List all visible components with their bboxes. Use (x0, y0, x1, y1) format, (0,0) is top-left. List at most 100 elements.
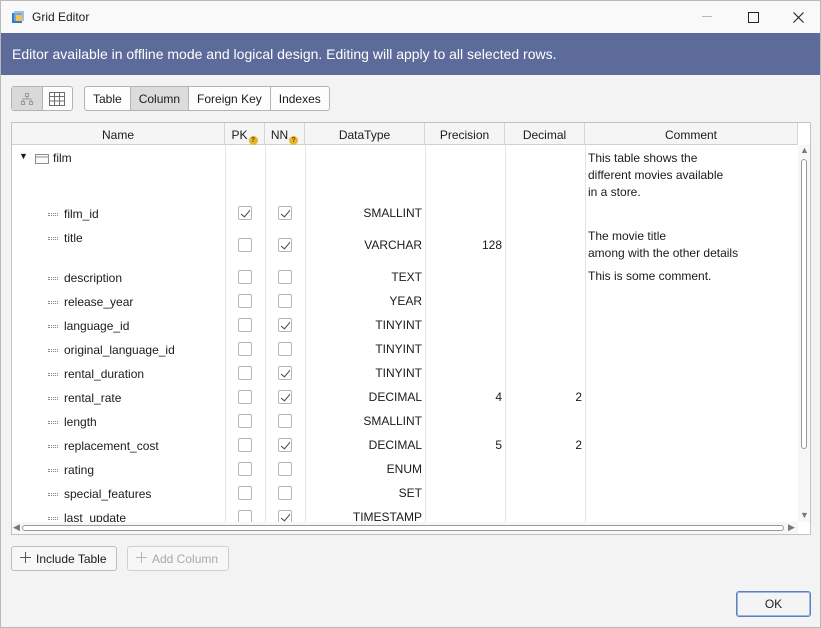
header-datatype[interactable]: DataType (305, 123, 425, 145)
pk-checkbox[interactable] (238, 462, 252, 476)
header-precision[interactable]: Precision (425, 123, 505, 145)
nn-checkbox[interactable] (278, 206, 292, 220)
datatype-cell[interactable]: ENUM (305, 462, 422, 476)
nn-checkbox[interactable] (278, 318, 292, 332)
comment-cell[interactable]: This is some comment. (588, 268, 711, 285)
column-name[interactable]: special_features (64, 487, 151, 501)
pk-checkbox[interactable] (238, 438, 252, 452)
nn-checkbox[interactable] (278, 486, 292, 500)
datatype-cell[interactable]: TINYINT (305, 366, 422, 380)
expand-toggle-icon[interactable]: ▼ (19, 151, 28, 161)
header-decimal[interactable]: Decimal (505, 123, 585, 145)
pk-checkbox[interactable] (238, 366, 252, 380)
pk-checkbox[interactable] (238, 206, 252, 220)
column-name[interactable]: film_id (64, 207, 99, 221)
table-row[interactable]: language_id TINYINT (12, 313, 798, 337)
pk-checkbox[interactable] (238, 414, 252, 428)
nn-checkbox[interactable] (278, 462, 292, 476)
scroll-up-icon[interactable]: ▲ (800, 145, 809, 155)
nn-checkbox[interactable] (278, 238, 292, 252)
nn-checkbox[interactable] (278, 438, 292, 452)
header-nn[interactable]: NN? (265, 123, 305, 145)
grid-view-button[interactable] (41, 87, 73, 110)
table-row[interactable]: release_year YEAR (12, 289, 798, 313)
datatype-cell[interactable]: DECIMAL (305, 438, 422, 452)
table-row[interactable]: film_id SMALLINT (12, 201, 798, 225)
column-name[interactable]: rental_duration (64, 367, 144, 381)
nn-checkbox[interactable] (278, 342, 292, 356)
column-name[interactable]: replacement_cost (64, 439, 159, 453)
table-row[interactable]: rating ENUM (12, 457, 798, 481)
table-row-film[interactable]: ▼ film This table shows the different mo… (12, 145, 798, 201)
datatype-cell[interactable]: TINYINT (305, 318, 422, 332)
header-name[interactable]: Name (12, 123, 225, 145)
nn-checkbox[interactable] (278, 390, 292, 404)
pk-checkbox[interactable] (238, 342, 252, 356)
title-bar[interactable]: Grid Editor (1, 1, 820, 33)
decimal-cell[interactable]: 2 (505, 438, 582, 452)
table-row[interactable]: special_features SET (12, 481, 798, 505)
column-name[interactable]: original_language_id (64, 343, 175, 357)
scroll-left-icon[interactable]: ◀ (13, 522, 20, 533)
column-name[interactable]: last_update (64, 511, 126, 522)
datatype-cell[interactable]: TIMESTAMP (305, 510, 422, 522)
column-name[interactable]: rating (64, 463, 94, 477)
tree-view-button[interactable] (12, 87, 42, 110)
table-row[interactable]: description TEXT This is some comment. (12, 265, 798, 289)
table-row[interactable]: replacement_cost DECIMAL 5 2 (12, 433, 798, 457)
help-icon[interactable]: ? (289, 136, 299, 145)
maximize-button[interactable] (730, 1, 776, 33)
horizontal-scroll-thumb[interactable] (22, 525, 784, 531)
datatype-cell[interactable]: YEAR (305, 294, 422, 308)
datatype-cell[interactable]: TEXT (305, 270, 422, 284)
vertical-scroll-thumb[interactable] (801, 159, 807, 449)
datatype-cell[interactable]: TINYINT (305, 342, 422, 356)
table-row[interactable]: length SMALLINT (12, 409, 798, 433)
table-row[interactable]: original_language_id TINYINT (12, 337, 798, 361)
pk-checkbox[interactable] (238, 390, 252, 404)
tab-indexes[interactable]: Indexes (269, 87, 329, 110)
table-row[interactable]: last_update TIMESTAMP (12, 505, 798, 522)
datatype-cell[interactable]: VARCHAR (305, 238, 422, 252)
column-name[interactable]: release_year (64, 295, 133, 309)
nn-checkbox[interactable] (278, 414, 292, 428)
pk-checkbox[interactable] (238, 486, 252, 500)
vertical-scrollbar[interactable]: ▲ ▼ (798, 145, 810, 522)
header-comment[interactable]: Comment (585, 123, 798, 145)
help-icon[interactable]: ? (248, 136, 258, 145)
column-name[interactable]: language_id (64, 319, 129, 333)
datatype-cell[interactable]: SMALLINT (305, 206, 422, 220)
datatype-cell[interactable]: SET (305, 486, 422, 500)
scroll-down-icon[interactable]: ▼ (800, 510, 809, 520)
minimize-button[interactable] (684, 1, 730, 33)
nn-checkbox[interactable] (278, 270, 292, 284)
tab-foreign-key[interactable]: Foreign Key (188, 87, 270, 110)
table-row[interactable]: rental_rate DECIMAL 4 2 (12, 385, 798, 409)
pk-checkbox[interactable] (238, 270, 252, 284)
ok-button[interactable]: OK (736, 591, 811, 617)
add-column-button[interactable]: Add Column (127, 546, 229, 571)
decimal-cell[interactable]: 2 (505, 390, 582, 404)
close-button[interactable] (775, 1, 821, 33)
table-row[interactable]: title VARCHAR 128 The movie title among wit… (12, 225, 798, 265)
nn-checkbox[interactable] (278, 294, 292, 308)
datatype-cell[interactable]: SMALLINT (305, 414, 422, 428)
column-name[interactable]: title (64, 231, 83, 245)
precision-cell[interactable]: 5 (425, 438, 502, 452)
table-row[interactable]: rental_duration TINYINT (12, 361, 798, 385)
pk-checkbox[interactable] (238, 238, 252, 252)
header-pk[interactable]: PK? (225, 123, 265, 145)
column-name[interactable]: length (64, 415, 97, 429)
table-comment[interactable]: This table shows the different movies av… (588, 150, 723, 201)
column-name[interactable]: rental_rate (64, 391, 121, 405)
tab-table[interactable]: Table (85, 87, 130, 110)
tab-column[interactable]: Column (129, 87, 189, 110)
include-table-button[interactable]: Include Table (11, 546, 117, 571)
nn-checkbox[interactable] (278, 510, 292, 522)
horizontal-scrollbar[interactable]: ◀ ▶ (12, 522, 798, 534)
pk-checkbox[interactable] (238, 294, 252, 308)
precision-cell[interactable]: 128 (425, 238, 502, 252)
column-name[interactable]: description (64, 271, 122, 285)
nn-checkbox[interactable] (278, 366, 292, 380)
scroll-right-icon[interactable]: ▶ (788, 522, 795, 533)
